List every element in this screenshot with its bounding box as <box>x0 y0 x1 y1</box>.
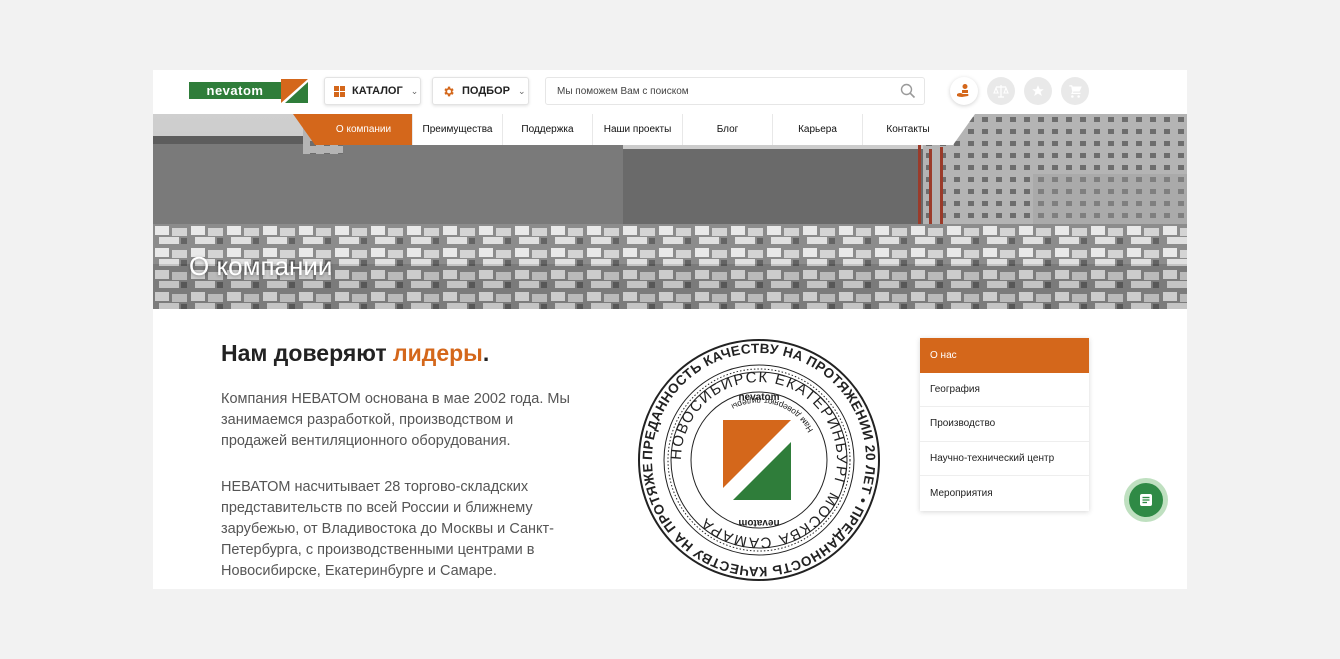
heading-prefix: Нам доверяют <box>221 340 393 366</box>
search-box <box>545 77 925 105</box>
favorites-button[interactable] <box>1024 77 1052 105</box>
nav-slant-left <box>293 114 315 145</box>
sidebar-item-about-us[interactable]: О нас <box>920 338 1089 373</box>
selection-button[interactable]: ПОДБОР ⌄ <box>432 77 529 105</box>
gear-icon <box>442 85 455 98</box>
nav-slant-right <box>953 114 975 145</box>
chevron-down-icon: ⌄ <box>410 85 419 96</box>
heading-accent: лидеры <box>392 340 483 366</box>
page-frame: nevatom КАТАЛОГ ⌄ ПОДБОР ⌄ Мы поможем Ва… <box>153 70 1187 589</box>
chat-icon <box>1140 494 1152 506</box>
hero-title: О компании <box>189 251 333 281</box>
selection-label: ПОДБОР <box>462 85 510 97</box>
cart-icon <box>1068 84 1082 98</box>
chat-button[interactable] <box>1124 478 1168 522</box>
nav-item-about[interactable]: О компании <box>315 114 413 145</box>
intro-paragraph-1: Компания НЕВАТОМ основана в мае 2002 год… <box>221 391 570 449</box>
nav-item-contacts[interactable]: Контакты <box>863 114 953 145</box>
seal-brand-bottom: nevatom <box>738 517 779 528</box>
about-sidebar: О нас География Производство Научно-техн… <box>920 338 1089 511</box>
nav-item-blog[interactable]: Блог <box>683 114 773 145</box>
sidebar-item-research-center[interactable]: Научно-технический центр <box>920 442 1089 476</box>
nav-item-career[interactable]: Карьера <box>773 114 863 145</box>
hand-user-icon <box>957 84 969 97</box>
chat-button-inner <box>1129 483 1163 517</box>
catalog-button[interactable]: КАТАЛОГ ⌄ <box>324 77 421 105</box>
star-icon <box>1032 85 1044 96</box>
profile-button[interactable] <box>950 77 978 105</box>
section-heading: Нам доверяют лидеры. <box>221 340 489 367</box>
nav-item-projects[interactable]: Наши проекты <box>593 114 683 145</box>
grid-icon <box>334 85 345 97</box>
catalog-label: КАТАЛОГ <box>352 85 403 97</box>
nav-item-support[interactable]: Поддержка <box>503 114 593 145</box>
sidebar-item-events[interactable]: Мероприятия <box>920 476 1089 511</box>
sidebar-item-geography[interactable]: География <box>920 373 1089 407</box>
cart-button[interactable] <box>1061 77 1089 105</box>
anniversary-seal: ПРЕДАННОСТЬ КАЧЕСТВУ НА ПРОТЯЖЕНИИ 20 ЛЕ… <box>637 338 880 581</box>
sidebar-item-production[interactable]: Производство <box>920 407 1089 442</box>
logo-mark-icon <box>281 79 308 103</box>
logo[interactable]: nevatom <box>189 79 308 103</box>
heading-suffix: . <box>482 340 490 366</box>
hero-banner: О компании Преимущества Поддержка Наши п… <box>153 114 1187 309</box>
main-nav: О компании Преимущества Поддержка Наши п… <box>293 114 975 145</box>
chevron-down-icon: ⌄ <box>517 85 526 96</box>
seal-brand-top: nevatom <box>738 392 779 403</box>
nav-item-advantages[interactable]: Преимущества <box>413 114 503 145</box>
search-input[interactable] <box>546 78 886 104</box>
search-icon[interactable] <box>900 83 916 104</box>
intro-paragraph-2: НЕВАТОМ насчитывает 28 торгово-складских… <box>221 479 554 579</box>
compare-button[interactable] <box>987 77 1015 105</box>
scales-icon <box>993 85 1009 98</box>
logo-text: nevatom <box>189 82 281 99</box>
